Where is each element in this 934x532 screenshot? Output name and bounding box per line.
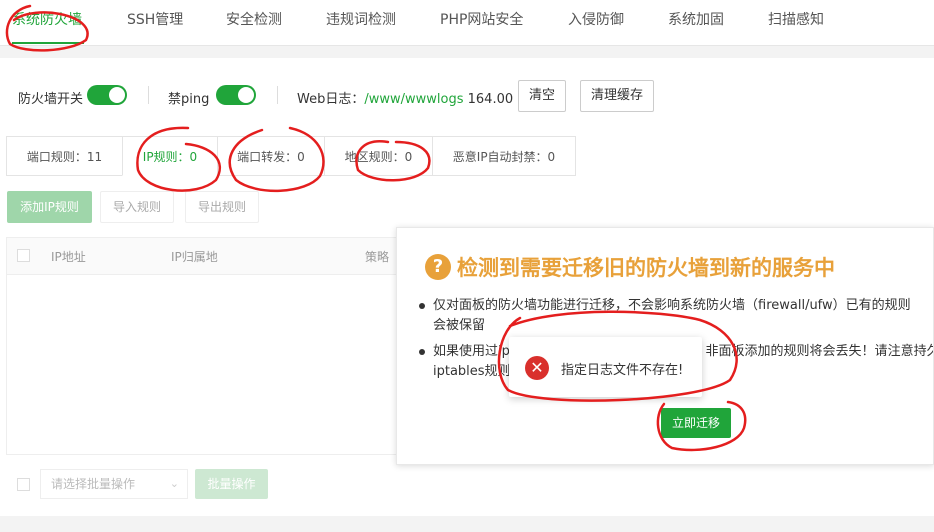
batch-select-placeholder: 请选择批量操作 [51, 477, 136, 491]
tab-region-rules[interactable]: 地区规则：0 [324, 136, 433, 176]
note-1-line-2: 会被保留 [433, 318, 486, 333]
tab-security-check[interactable]: 安全检测 [226, 0, 282, 45]
firewall-toggle[interactable] [87, 85, 127, 105]
clear-cache-button[interactable]: 清理缓存 [580, 80, 655, 112]
add-ip-rule-button[interactable]: 添加IP规则 [7, 191, 92, 223]
firewall-switch-label: 防火墙开关 [18, 92, 84, 107]
top-nav: 系统防火墙 SSH管理 安全检测 违规词检测 PHP网站安全 入侵防御 系统加固… [0, 0, 934, 46]
import-rules-button[interactable]: 导入规则 [100, 191, 174, 223]
divider [277, 86, 278, 104]
batch-operation-select[interactable]: 请选择批量操作 ⌄ [40, 469, 188, 499]
batch-operation-button[interactable]: 批量操作 [195, 469, 268, 499]
ping-toggle[interactable] [216, 85, 256, 105]
clear-log-button[interactable]: 清空 [518, 80, 567, 112]
dialog-title: 检测到需要迁移旧的防火墙到新的服务中 [457, 256, 835, 280]
bullet [419, 303, 425, 309]
migrate-now-button[interactable]: 立即迁移 [661, 408, 731, 438]
tab-scan-detection[interactable]: 扫描感知 [768, 0, 824, 45]
bullet [419, 349, 425, 355]
select-all-checkbox[interactable] [17, 249, 30, 262]
error-x-icon: ✕ [525, 356, 549, 380]
web-log-label: Web日志： [297, 92, 365, 107]
tab-banned-words[interactable]: 违规词检测 [326, 0, 396, 45]
error-toast: ✕ 指定日志文件不存在! [509, 337, 702, 397]
tab-php-security[interactable]: PHP网站安全 [440, 0, 523, 45]
web-log-info: Web日志：/www/wwwlogs 164.00 KB [297, 88, 535, 107]
tab-intrusion-defense[interactable]: 入侵防御 [568, 0, 624, 45]
note-1-line-1: 仅对面板的防火墙功能进行迁移，不会影响系统防火墙（firewall/ufw）已有… [433, 298, 911, 313]
chevron-down-icon: ⌄ [169, 477, 179, 490]
note-2-line-2: iptables规则 [433, 364, 511, 379]
divider [148, 86, 149, 104]
rule-tabs: 端口规则：11 IP规则：0 端口转发：0 地区规则：0 恶意IP自动封禁：0 [6, 136, 926, 176]
toggle-knob [109, 87, 125, 103]
column-ip-address: IP地址 [51, 250, 86, 264]
export-rules-button[interactable]: 导出规则 [185, 191, 259, 223]
question-icon: ? [425, 254, 451, 280]
firewall-toolbar: 防火墙开关 禁ping Web日志：/www/wwwlogs 164.00 KB… [18, 80, 918, 112]
web-log-path-link[interactable]: /www/wwwlogs [364, 92, 463, 107]
tab-port-forward[interactable]: 端口转发：0 [217, 136, 325, 176]
tab-system-hardening[interactable]: 系统加固 [668, 0, 724, 45]
ip-rules-table: IP地址 IP归属地 策略 [6, 237, 406, 455]
toast-message: 指定日志文件不存在! [561, 363, 684, 378]
tab-port-rules[interactable]: 端口规则：11 [6, 136, 123, 176]
table-header: IP地址 IP归属地 策略 [7, 238, 405, 275]
tab-system-firewall[interactable]: 系统防火墙 [12, 0, 82, 45]
toggle-knob [238, 87, 254, 103]
column-ip-location: IP归属地 [171, 250, 218, 264]
tab-malicious-ip-ban[interactable]: 恶意IP自动封禁：0 [432, 136, 576, 176]
active-tab-indicator [12, 42, 84, 44]
tab-ssh-management[interactable]: SSH管理 [127, 0, 183, 45]
tab-ip-rules[interactable]: IP规则：0 [122, 136, 218, 176]
ping-switch-label: 禁ping [168, 92, 210, 107]
column-policy: 策略 [365, 250, 390, 264]
batch-select-checkbox[interactable] [17, 478, 30, 491]
